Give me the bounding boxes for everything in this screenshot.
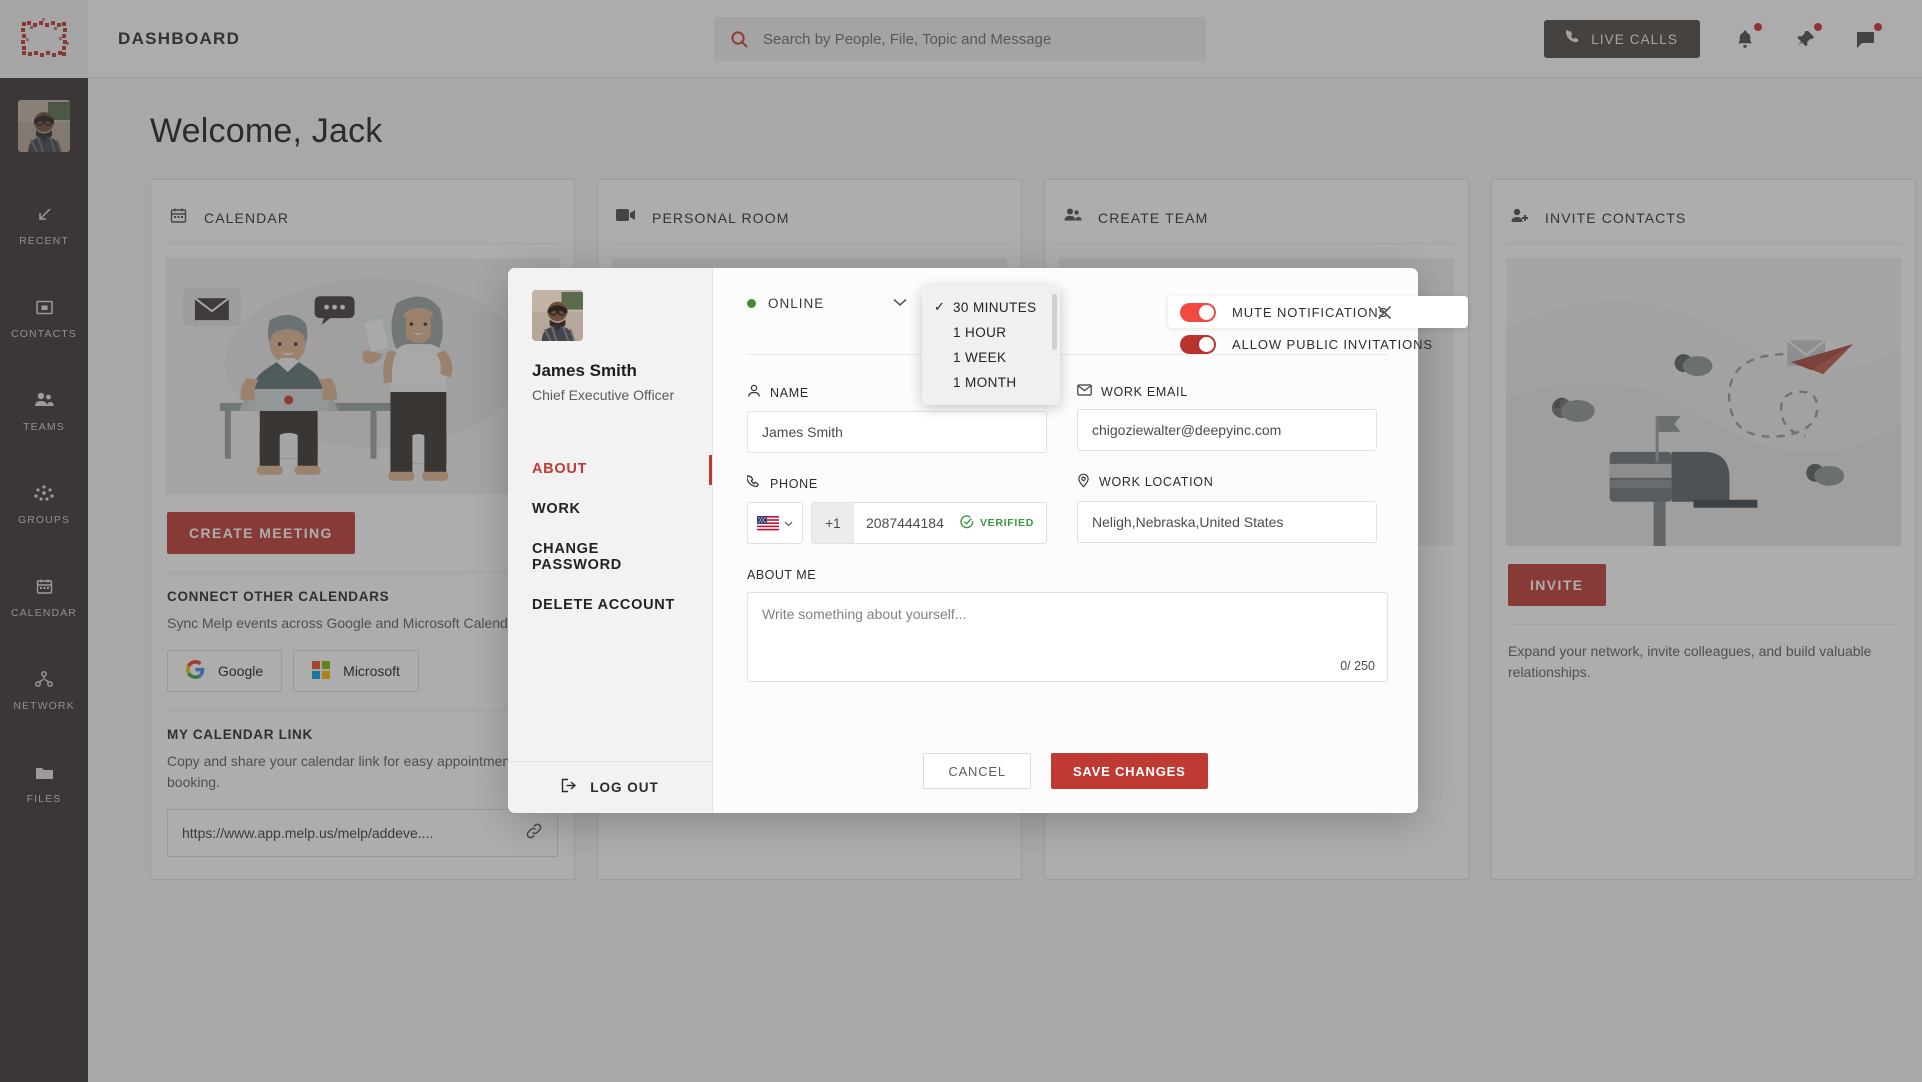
about-me-label: ABOUT ME bbox=[747, 568, 817, 582]
cancel-button[interactable]: CANCEL bbox=[923, 753, 1031, 789]
dropdown-option-label: 30 MINUTES bbox=[953, 299, 1037, 315]
chevron-down-icon bbox=[784, 514, 793, 532]
menu-item-delete-account[interactable]: DELETE ACCOUNT bbox=[532, 597, 688, 613]
profile-form: NAME PHONE bbox=[746, 384, 1388, 566]
modal-divider bbox=[747, 354, 1388, 355]
profile-role: Chief Executive Officer bbox=[532, 387, 675, 403]
location-pin-icon bbox=[1077, 473, 1090, 491]
status-label: ONLINE bbox=[768, 295, 825, 311]
country-code: +1 bbox=[812, 503, 854, 543]
logout-icon bbox=[561, 778, 578, 798]
menu-item-about[interactable]: ABOUT bbox=[532, 455, 712, 485]
dropdown-scrollbar[interactable] bbox=[1052, 294, 1057, 350]
dropdown-option-label: 1 HOUR bbox=[953, 325, 1007, 340]
modal-actions: CANCEL SAVE CHANGES bbox=[713, 753, 1418, 789]
location-field-group: WORK LOCATION bbox=[1077, 473, 1377, 543]
phone-input-wrapper[interactable]: +1 2087444184 VERIFIED bbox=[811, 502, 1047, 544]
name-label: NAME bbox=[770, 385, 809, 400]
status-duration-dropdown: ✓ 30 MINUTES 1 HOUR 1 WEEK 1 MONTH bbox=[922, 286, 1060, 405]
menu-item-work[interactable]: WORK bbox=[532, 501, 688, 517]
check-icon: ✓ bbox=[934, 299, 946, 314]
logout-button[interactable]: LOG OUT bbox=[508, 761, 712, 813]
phone-row: +1 2087444184 VERIFIED bbox=[747, 502, 1047, 544]
profile-avatar bbox=[532, 290, 583, 341]
location-label-row: WORK LOCATION bbox=[1077, 473, 1377, 491]
form-column-right: WORK EMAIL chigoziewalter@deepyinc.com W… bbox=[1077, 384, 1377, 566]
location-input[interactable] bbox=[1077, 501, 1377, 543]
us-flag-icon bbox=[757, 515, 779, 531]
person-icon bbox=[747, 384, 761, 401]
email-field-group: WORK EMAIL bbox=[1077, 384, 1377, 451]
dropdown-option-1-week[interactable]: 1 WEEK bbox=[922, 345, 1060, 370]
email-input[interactable] bbox=[1077, 409, 1377, 451]
country-flag-select[interactable] bbox=[747, 502, 803, 544]
save-changes-button[interactable]: SAVE CHANGES bbox=[1050, 753, 1208, 789]
modal-body: ONLINE MUTE NOTIFICATIONS ALLOW PUBLIC I… bbox=[713, 268, 1468, 813]
preference-toggles: MUTE NOTIFICATIONS ALLOW PUBLIC INVITATI… bbox=[1168, 296, 1468, 360]
allow-public-invitations-toggle-row[interactable]: ALLOW PUBLIC INVITATIONS bbox=[1168, 328, 1468, 360]
menu-item-change-password[interactable]: CHANGE PASSWORD bbox=[532, 541, 688, 573]
modal-sidebar: James Smith Chief Executive Officer ABOU… bbox=[508, 268, 713, 813]
email-label: WORK EMAIL bbox=[1101, 384, 1188, 399]
verified-label: VERIFIED bbox=[979, 517, 1034, 529]
dropdown-option-label: 1 WEEK bbox=[953, 350, 1007, 365]
mute-notifications-toggle-row[interactable]: MUTE NOTIFICATIONS bbox=[1168, 296, 1468, 328]
mail-icon bbox=[1077, 384, 1092, 399]
allow-public-invitations-label: ALLOW PUBLIC INVITATIONS bbox=[1232, 336, 1433, 352]
email-label-row: WORK EMAIL bbox=[1077, 384, 1377, 399]
name-input[interactable] bbox=[747, 411, 1047, 453]
about-me-textarea[interactable]: Write something about yourself... 0/ 250 bbox=[747, 592, 1388, 682]
dropdown-option-1-hour[interactable]: 1 HOUR bbox=[922, 320, 1060, 345]
phone-number-value: 2087444184 bbox=[866, 515, 944, 531]
mute-notifications-label: MUTE NOTIFICATIONS bbox=[1232, 304, 1389, 320]
dropdown-option-1-month[interactable]: 1 MONTH bbox=[922, 370, 1060, 395]
modal-menu: ABOUT WORK CHANGE PASSWORD DELETE ACCOUN… bbox=[532, 455, 712, 613]
status-dot bbox=[747, 298, 756, 308]
logout-label: LOG OUT bbox=[590, 780, 659, 795]
phone-icon bbox=[746, 474, 761, 492]
close-icon[interactable] bbox=[1372, 300, 1396, 324]
phone-label: PHONE bbox=[770, 476, 818, 491]
location-label: WORK LOCATION bbox=[1099, 475, 1214, 489]
dropdown-option-label: 1 MONTH bbox=[953, 375, 1017, 390]
phone-label-row: PHONE bbox=[746, 474, 1047, 492]
about-me-placeholder: Write something about yourself... bbox=[762, 606, 967, 622]
allow-public-invitations-switch[interactable] bbox=[1180, 334, 1216, 354]
about-me-char-count: 0/ 250 bbox=[1340, 659, 1375, 673]
status-selector[interactable]: ONLINE bbox=[747, 294, 907, 312]
form-column-left: NAME PHONE bbox=[746, 384, 1047, 566]
profile-name: James Smith bbox=[532, 361, 637, 380]
dropdown-option-30-minutes[interactable]: ✓ 30 MINUTES bbox=[922, 294, 1060, 320]
verified-badge: VERIFIED bbox=[960, 514, 1046, 532]
mute-notifications-switch[interactable] bbox=[1180, 302, 1216, 322]
about-me-group: ABOUT ME Write something about yourself.… bbox=[747, 568, 1388, 682]
phone-field-group: PHONE +1 2087444184 VERIFIED bbox=[746, 474, 1047, 544]
chevron-down-icon bbox=[893, 294, 907, 312]
modal-backdrop[interactable]: James Smith Chief Executive Officer ABOU… bbox=[0, 0, 1922, 1082]
check-circle-icon bbox=[960, 514, 974, 532]
